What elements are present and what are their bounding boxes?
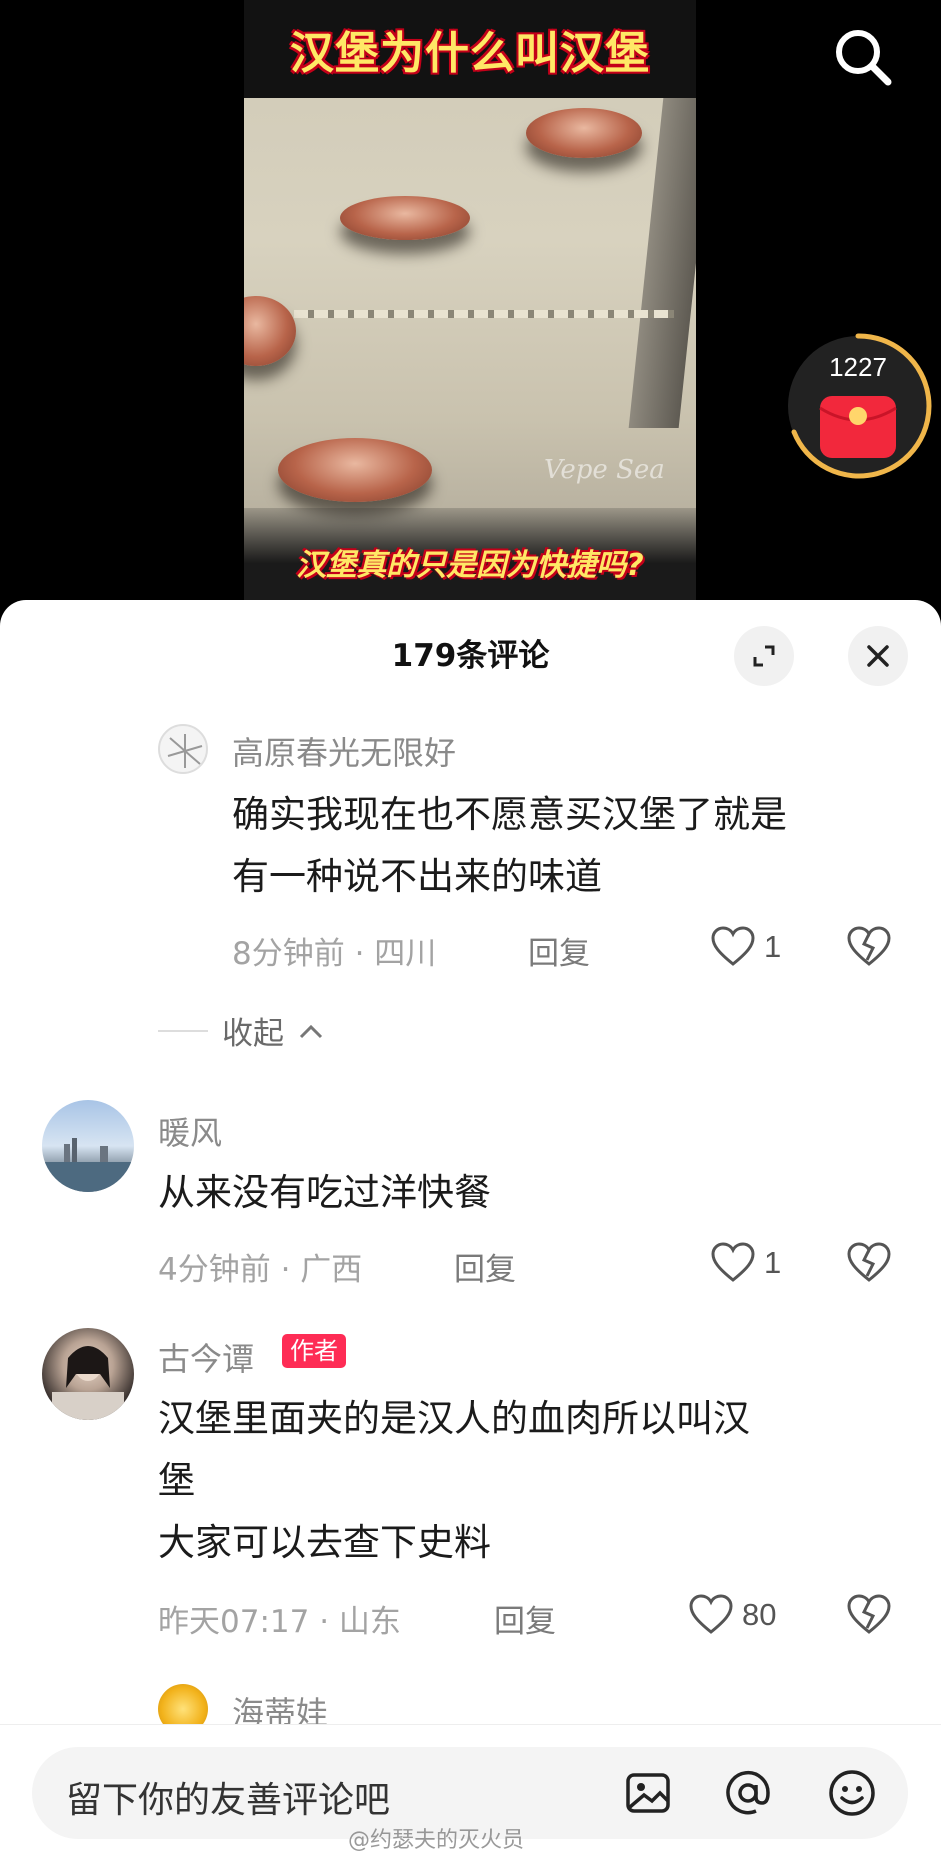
comment-text-line: 确实我现在也不愿意买汉堡了就是: [232, 793, 787, 836]
reply-button[interactable]: 回复: [494, 1596, 556, 1641]
search-icon: [836, 30, 892, 86]
comment-text: 汉堡里面夹的是汉人的血肉所以叫汉 堡 大家可以去查下史料: [158, 1388, 750, 1574]
collapse-label: 收起: [222, 1016, 284, 1052]
like-count: 80: [742, 1597, 777, 1632]
avatar[interactable]: [42, 1328, 134, 1420]
comment-username[interactable]: 暖风: [158, 1108, 222, 1154]
image-button[interactable]: [620, 1765, 676, 1821]
like-button[interactable]: 80: [688, 1594, 776, 1636]
comment-text-line: 汉堡里面夹的是汉人的血肉所以叫汉: [158, 1397, 750, 1440]
patty-image: [278, 438, 432, 502]
comment-text-line: 有一种说不出来的味道: [232, 855, 602, 898]
chevron-up-icon: [299, 1024, 323, 1038]
reply-button[interactable]: 回复: [454, 1244, 516, 1289]
emoji-icon: [829, 1770, 875, 1816]
comment-username[interactable]: 高原春光无限好: [232, 728, 456, 774]
close-icon: [867, 645, 889, 667]
video-watermark: Vepe Sea: [544, 455, 665, 485]
expand-button[interactable]: [734, 626, 794, 686]
broken-heart-icon: [847, 926, 891, 966]
divider: [158, 1029, 208, 1032]
patty-image: [526, 108, 642, 158]
like-button[interactable]: 1: [710, 926, 781, 968]
image-icon: [626, 1773, 670, 1813]
video-title-band: 汉堡为什么叫汉堡: [244, 0, 696, 98]
video-caption-band: 汉堡真的只是因为快捷吗?: [244, 508, 696, 600]
like-count: 1: [764, 929, 782, 964]
video-title: 汉堡为什么叫汉堡: [290, 28, 650, 79]
red-envelope-widget[interactable]: 1227: [784, 332, 932, 480]
heart-icon: [711, 926, 755, 966]
video-frame[interactable]: 汉堡为什么叫汉堡 Vepe Sea 汉堡真的只是因为快捷吗?: [244, 0, 696, 600]
dislike-button[interactable]: [846, 926, 892, 972]
video-caption: 汉堡真的只是因为快捷吗?: [296, 548, 644, 583]
emoji-button[interactable]: [824, 1765, 880, 1821]
comment-count-title: 179条评论: [391, 638, 550, 674]
patty-image: [244, 296, 296, 366]
mention-button[interactable]: [720, 1765, 776, 1821]
reply-button[interactable]: 回复: [528, 928, 590, 973]
author-badge: 作者: [282, 1334, 346, 1368]
expand-icon: [753, 645, 775, 667]
red-envelope-count: 1227: [829, 352, 887, 382]
at-icon: [726, 1770, 770, 1815]
collapse-replies[interactable]: 收起: [158, 1008, 324, 1053]
comment-text-line: 大家可以去查下史料: [158, 1521, 491, 1564]
comment-meta: 昨天07:17 · 山东: [158, 1604, 401, 1640]
broken-heart-icon: [847, 1594, 891, 1634]
close-button[interactable]: [848, 626, 908, 686]
like-count: 1: [764, 1245, 782, 1280]
video-player[interactable]: 汉堡为什么叫汉堡 Vepe Sea 汉堡真的只是因为快捷吗? 1227: [0, 0, 941, 600]
weibo-watermark: @约瑟夫的灭火员: [348, 1828, 525, 1853]
avatar[interactable]: [158, 724, 208, 774]
patty-image: [340, 196, 470, 240]
grill-rail: [628, 98, 696, 428]
comment-text: 从来没有吃过洋快餐: [158, 1162, 491, 1224]
comment-input-placeholder: 留下你的友善评论吧: [66, 1780, 391, 1821]
dislike-button[interactable]: [846, 1242, 892, 1288]
heart-icon: [711, 1242, 755, 1282]
comment-sheet: 179条评论 高原春光无限好 确实我现在也不愿意买汉堡了就是 有一种说不出来的味…: [0, 600, 941, 1854]
grill-chain: [294, 310, 674, 318]
comment-text-line: 从来没有吃过洋快餐: [158, 1171, 491, 1214]
search-button[interactable]: [828, 22, 898, 92]
avatar[interactable]: [42, 1100, 134, 1192]
sheet-header: 179条评论: [0, 600, 941, 700]
comment-text-line: 堡: [158, 1459, 195, 1502]
broken-heart-icon: [847, 1242, 891, 1282]
heart-icon: [689, 1594, 733, 1634]
like-button[interactable]: 1: [710, 1242, 781, 1284]
comment-meta: 8分钟前 · 四川: [232, 936, 437, 972]
comment-username[interactable]: 古今谭: [158, 1334, 254, 1380]
comment-meta: 4分钟前 · 广西: [158, 1252, 363, 1288]
dislike-button[interactable]: [846, 1594, 892, 1640]
comment-text: 确实我现在也不愿意买汉堡了就是 有一种说不出来的味道: [232, 784, 787, 908]
